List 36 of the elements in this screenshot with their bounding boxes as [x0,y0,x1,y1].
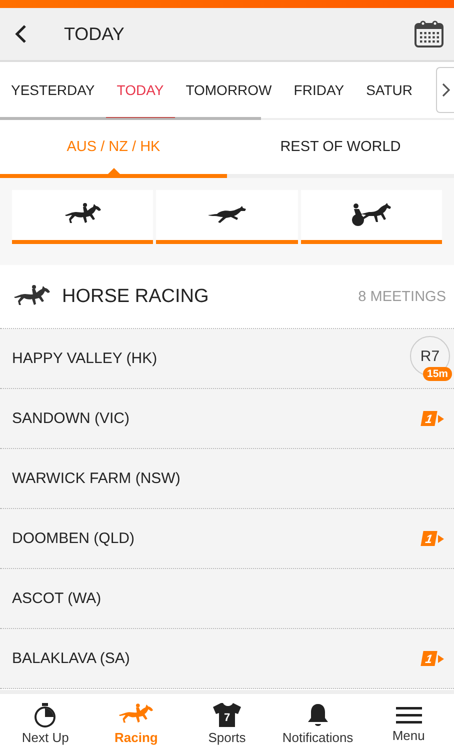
meeting-row[interactable]: HAPPY VALLEY (HK) R7 15m [0,329,454,389]
scroll-right-button[interactable] [436,67,454,113]
meeting-name: ASCOT (WA) [12,590,102,607]
meeting-row[interactable]: ASCOT (WA) [0,569,454,629]
chevron-right-icon [442,83,450,97]
meeting-row[interactable]: SANDOWN (VIC) 1 [0,389,454,449]
page-title: TODAY [64,24,126,44]
menu-icon [396,704,422,726]
date-tab[interactable]: FRIDAY [282,62,356,118]
date-tab[interactable]: SATUR [355,62,415,118]
meeting-name: HAPPY VALLEY (HK) [12,350,158,367]
harness-racing-icon [349,202,394,228]
meeting-row[interactable]: BALAKLAVA (SA) 1 [0,629,454,689]
meeting-name: DOOMBEN (QLD) [12,530,136,547]
meeting-name: WARWICK FARM (NSW) [12,470,182,487]
calendar-icon[interactable] [414,20,444,48]
stopwatch-icon [33,702,58,728]
meeting-row[interactable]: WARWICK FARM (NSW) [0,449,454,509]
meeting-name: BALAKLAVA (SA) [12,650,131,667]
date-tab[interactable]: YESTERDAY [0,62,106,118]
time-badge: 15m [422,367,452,381]
meeting-name: SANDOWN (VIC) [12,410,130,427]
nav-item[interactable]: Menu [363,694,454,753]
nav-item[interactable]: Next Up [0,694,91,753]
sport-tab[interactable] [300,190,442,244]
date-tab[interactable]: TOMORROW [174,62,283,118]
meeting-row[interactable]: DOOMBEN (QLD) 1 [0,509,454,569]
greyhound-icon [206,205,247,225]
jersey-icon: 7 [212,702,242,728]
sport-tab[interactable] [12,190,154,244]
sport-tab[interactable] [156,190,298,244]
bell-icon [306,702,330,728]
nav-item[interactable]: 7 Sports [182,694,272,753]
section-title: HORSE RACING [62,286,210,308]
nav-item[interactable]: Notifications [272,694,364,753]
meetings-count: 8 MEETINGS [358,288,446,304]
